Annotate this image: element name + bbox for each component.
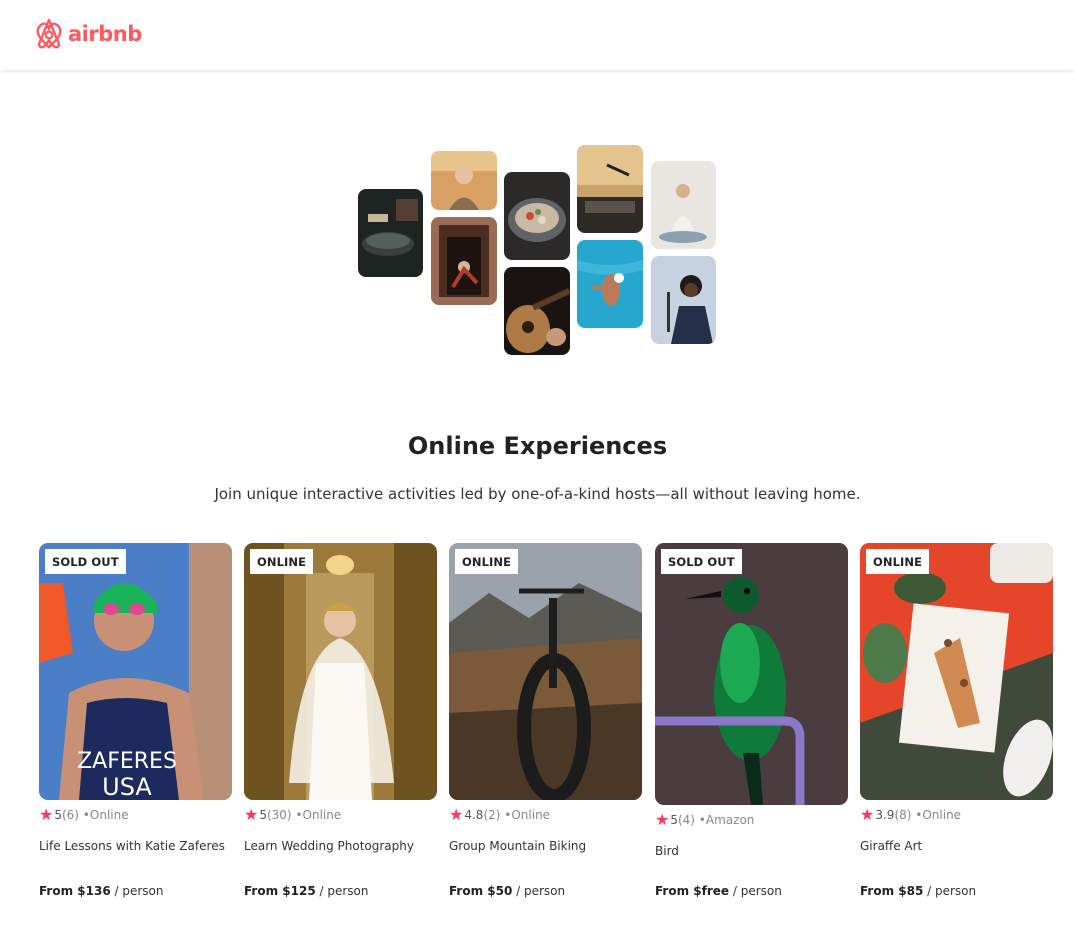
page-subtitle: Join unique interactive activities led b… <box>214 485 861 503</box>
airbnb-logo[interactable]: airbnb <box>34 18 142 50</box>
status-badge: ONLINE <box>250 549 314 574</box>
rating-row: ★ 5 (4) • Amazon <box>655 812 848 828</box>
experience-title[interactable]: Life Lessons with Katie Zaferes <box>39 837 232 873</box>
hero-photo-portrait-woman <box>431 151 497 210</box>
hero-photo-singer <box>651 256 716 344</box>
location: Online <box>302 808 342 822</box>
hero-photo-dj-turntable <box>577 145 643 233</box>
rating-row: ★ 5 (6) • Online <box>39 807 232 823</box>
experience-photo[interactable]: ZAFERES USA SOLD OUT <box>39 543 232 800</box>
logo-text: airbnb <box>68 22 142 46</box>
rating-row: ★ 4.8 (2) • Online <box>449 807 642 823</box>
price-unit: person <box>122 884 164 898</box>
rating-value: 5 <box>259 808 267 822</box>
star-icon: ★ <box>244 805 259 824</box>
price: From $50 / person <box>449 884 566 898</box>
hero-photo-doorway-dancer <box>431 217 497 305</box>
price-unit: person <box>524 884 566 898</box>
location-separator: • <box>78 808 90 822</box>
top-header: airbnb <box>0 0 1075 70</box>
location-separator: • <box>291 808 303 822</box>
star-icon: ★ <box>449 805 464 824</box>
hero-photo-yoga <box>651 161 716 249</box>
experience-photo[interactable]: ONLINE <box>244 543 437 800</box>
review-count: (30) <box>266 808 292 822</box>
hero-photo-swimmer <box>577 240 643 328</box>
location-separator: • <box>500 808 512 822</box>
star-icon: ★ <box>655 810 670 829</box>
rating-value: 5 <box>670 813 678 827</box>
location: Amazon <box>705 813 755 827</box>
location: Online <box>89 808 129 822</box>
location: Online <box>511 808 551 822</box>
status-badge: SOLD OUT <box>661 549 742 574</box>
experience-title[interactable]: Group Mountain Biking <box>449 837 642 873</box>
experience-card[interactable]: SOLD OUT ★ 5 (4) • Amazon Bird From $fre… <box>655 543 848 898</box>
hero-photo-food-bowl <box>504 172 570 260</box>
experience-title[interactable]: Giraffe Art <box>860 837 1053 873</box>
price-unit: person <box>327 884 369 898</box>
status-badge: SOLD OUT <box>45 549 126 574</box>
svg-text:USA: USA <box>102 773 152 800</box>
location-separator: • <box>911 808 923 822</box>
experience-photo[interactable]: ONLINE <box>860 543 1053 800</box>
star-icon: ★ <box>860 805 875 824</box>
rating-value: 5 <box>54 808 62 822</box>
location-separator: • <box>694 813 706 827</box>
price-value: From $50 <box>449 884 513 898</box>
experience-title[interactable]: Bird <box>655 842 848 878</box>
airbnb-logo-icon <box>36 18 62 49</box>
status-badge: ONLINE <box>866 549 930 574</box>
review-count: (8) <box>894 808 912 822</box>
price-unit: person <box>935 884 977 898</box>
experience-photo[interactable]: SOLD OUT <box>655 543 848 805</box>
price-value: From $free <box>655 884 730 898</box>
price-unit: person <box>740 884 782 898</box>
price: From $85 / person <box>860 884 977 898</box>
location: Online <box>922 808 962 822</box>
rating-value: 4.8 <box>464 808 484 822</box>
rating-row: ★ 3.9 (8) • Online <box>860 807 1053 823</box>
price: From $free / person <box>655 884 782 898</box>
page-title: Online Experiences <box>407 432 668 460</box>
price-value: From $136 <box>39 884 111 898</box>
price-value: From $85 <box>860 884 924 898</box>
experience-card[interactable]: ONLINE ★ 4.8 (2) • Online Group Mountain… <box>449 543 642 898</box>
review-count: (6) <box>61 808 79 822</box>
price: From $136 / person <box>39 884 164 898</box>
experience-title[interactable]: Learn Wedding Photography <box>244 837 437 873</box>
experience-card[interactable]: ONLINE ★ 5 (30) • Online Learn Wedding P… <box>244 543 437 898</box>
review-count: (2) <box>483 808 501 822</box>
review-count: (4) <box>677 813 695 827</box>
hero-photo-cooking <box>358 189 423 277</box>
experience-card[interactable]: ZAFERES USA SOLD OUT ★ 5 (6) • Online Li… <box>39 543 232 898</box>
svg-text:ZAFERES: ZAFERES <box>77 749 177 774</box>
status-badge: ONLINE <box>455 549 519 574</box>
price: From $125 / person <box>244 884 369 898</box>
experience-photo[interactable]: ONLINE <box>449 543 642 800</box>
price-value: From $125 <box>244 884 316 898</box>
hero-photo-guitar <box>504 267 570 355</box>
rating-value: 3.9 <box>875 808 895 822</box>
star-icon: ★ <box>39 805 54 824</box>
rating-row: ★ 5 (30) • Online <box>244 807 437 823</box>
experience-card[interactable]: ONLINE ★ 3.9 (8) • Online Giraffe Art Fr… <box>860 543 1053 898</box>
